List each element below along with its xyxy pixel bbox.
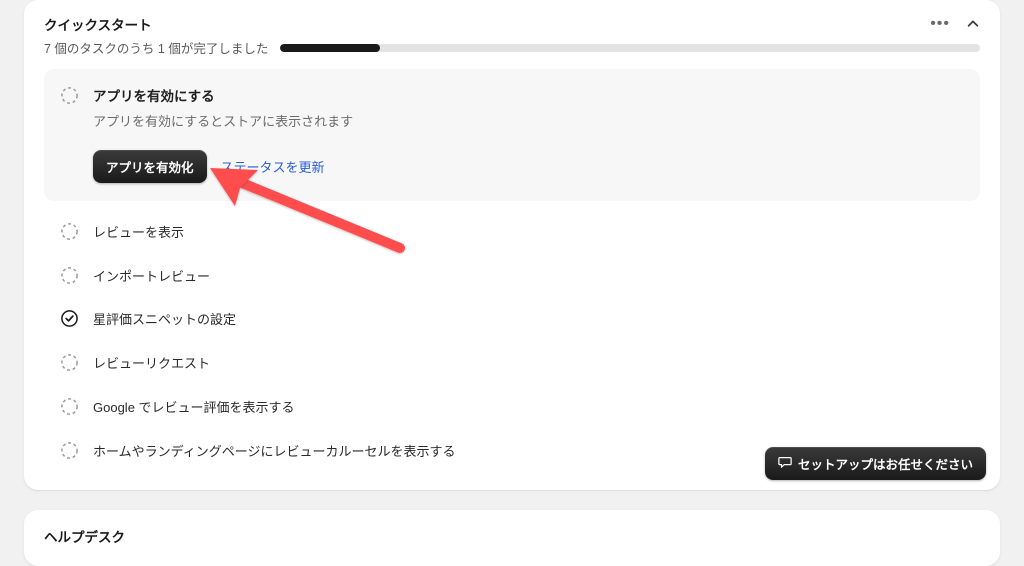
task-row[interactable]: Google でレビュー評価を表示する: [44, 384, 980, 428]
quickstart-title: クイックスタート: [44, 14, 152, 34]
task-status-incomplete-icon: [60, 86, 79, 105]
progress-row: 7 個のタスクのうち 1 個が完了しました: [44, 38, 980, 57]
task-row-title: 星評価スニペットの設定: [93, 309, 236, 328]
helpdesk-title: ヘルプデスク: [44, 526, 980, 546]
chevron-up-icon[interactable]: [966, 17, 980, 31]
task-title: アプリを有効にする: [93, 85, 964, 105]
quickstart-actions: •••: [930, 16, 980, 32]
chat-icon: [778, 455, 792, 472]
task-status-incomplete-icon: [60, 353, 79, 372]
task-row-title: ホームやランディングページにレビューカルーセルを表示する: [93, 441, 455, 460]
task-row[interactable]: レビューリクエスト: [44, 340, 980, 384]
task-status-incomplete-icon: [60, 441, 79, 460]
task-status-complete-icon: [60, 309, 79, 328]
quickstart-card: クイックスタート ••• 7 個のタスクのうち 1 個が完了しました アプリを有…: [24, 0, 1000, 490]
task-expanded: アプリを有効にする アプリを有効にするとストアに表示されます アプリを有効化 ス…: [44, 69, 980, 201]
progress-fill: [280, 44, 380, 52]
task-actions: アプリを有効化 ステータスを更新: [93, 150, 964, 183]
task-status-incomplete-icon: [60, 222, 79, 241]
task-row[interactable]: インポートレビュー: [44, 253, 980, 297]
task-row[interactable]: レビューを表示: [44, 209, 980, 253]
quickstart-header: クイックスタート •••: [44, 14, 980, 34]
more-icon[interactable]: •••: [930, 16, 950, 32]
setup-help-button[interactable]: セットアップはお任せください: [765, 447, 986, 480]
task-body: アプリを有効にする アプリを有効にするとストアに表示されます アプリを有効化 ス…: [93, 85, 964, 183]
task-description: アプリを有効にするとストアに表示されます: [93, 111, 964, 130]
task-row[interactable]: 星評価スニペットの設定: [44, 297, 980, 340]
setup-help-label: セットアップはお任せください: [798, 454, 973, 473]
helpdesk-card: ヘルプデスク: [24, 510, 1000, 566]
progress-bar: [280, 44, 980, 52]
task-status-incomplete-icon: [60, 266, 79, 285]
task-row-title: レビューリクエスト: [93, 353, 210, 372]
task-status-incomplete-icon: [60, 397, 79, 416]
task-row-title: インポートレビュー: [93, 266, 210, 285]
enable-app-button[interactable]: アプリを有効化: [93, 150, 207, 183]
progress-text: 7 個のタスクのうち 1 個が完了しました: [44, 38, 268, 57]
task-row-title: Google でレビュー評価を表示する: [93, 397, 295, 416]
task-row-title: レビューを表示: [93, 222, 184, 241]
refresh-status-link[interactable]: ステータスを更新: [221, 157, 325, 176]
